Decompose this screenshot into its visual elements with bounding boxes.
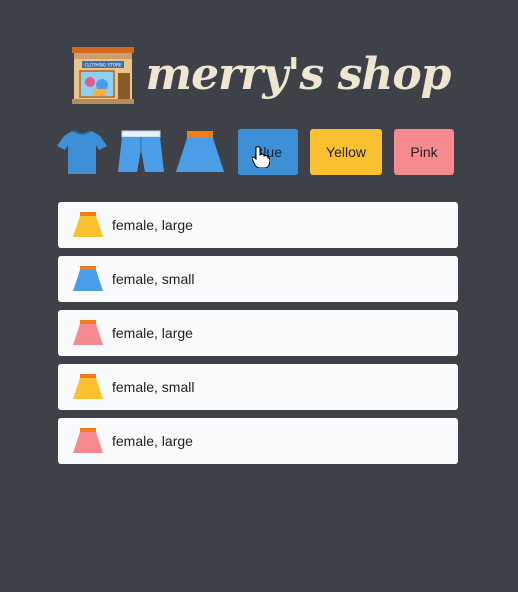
pink-filter-button[interactable]: Pink <box>394 129 454 175</box>
shorts-icon[interactable] <box>115 128 167 176</box>
clothing-store-icon: CLOTHING STORE <box>71 47 134 104</box>
list-item-label: female, small <box>112 271 195 287</box>
blue-filter-button[interactable]: Blue <box>238 129 298 175</box>
list-item[interactable]: female, large <box>58 310 458 356</box>
skirt-icon <box>73 212 103 237</box>
list-item-label: female, large <box>112 433 193 449</box>
list-item[interactable]: female, small <box>58 364 458 410</box>
list-item-label: female, small <box>112 379 195 395</box>
list-item-label: female, large <box>112 325 193 341</box>
tshirt-icon[interactable] <box>56 128 108 176</box>
filter-bar: Blue Yellow Pink <box>56 127 460 177</box>
product-list: female, large female, small female, larg… <box>58 202 458 472</box>
list-item-label: female, large <box>112 217 193 233</box>
yellow-filter-button[interactable]: Yellow <box>310 129 382 175</box>
page-title: merry's shop <box>145 49 452 100</box>
hand-cursor-icon <box>252 146 270 168</box>
skirt-icon <box>73 374 103 399</box>
list-item[interactable]: female, large <box>58 202 458 248</box>
skirt-icon <box>73 428 103 453</box>
skirt-icon <box>73 320 103 345</box>
skirt-icon[interactable] <box>174 128 226 176</box>
header: CLOTHING STORE merry's shop <box>0 40 518 110</box>
logo-sign-text: CLOTHING STORE <box>84 63 121 68</box>
list-item[interactable]: female, small <box>58 256 458 302</box>
list-item[interactable]: female, large <box>58 418 458 464</box>
skirt-icon <box>73 266 103 291</box>
